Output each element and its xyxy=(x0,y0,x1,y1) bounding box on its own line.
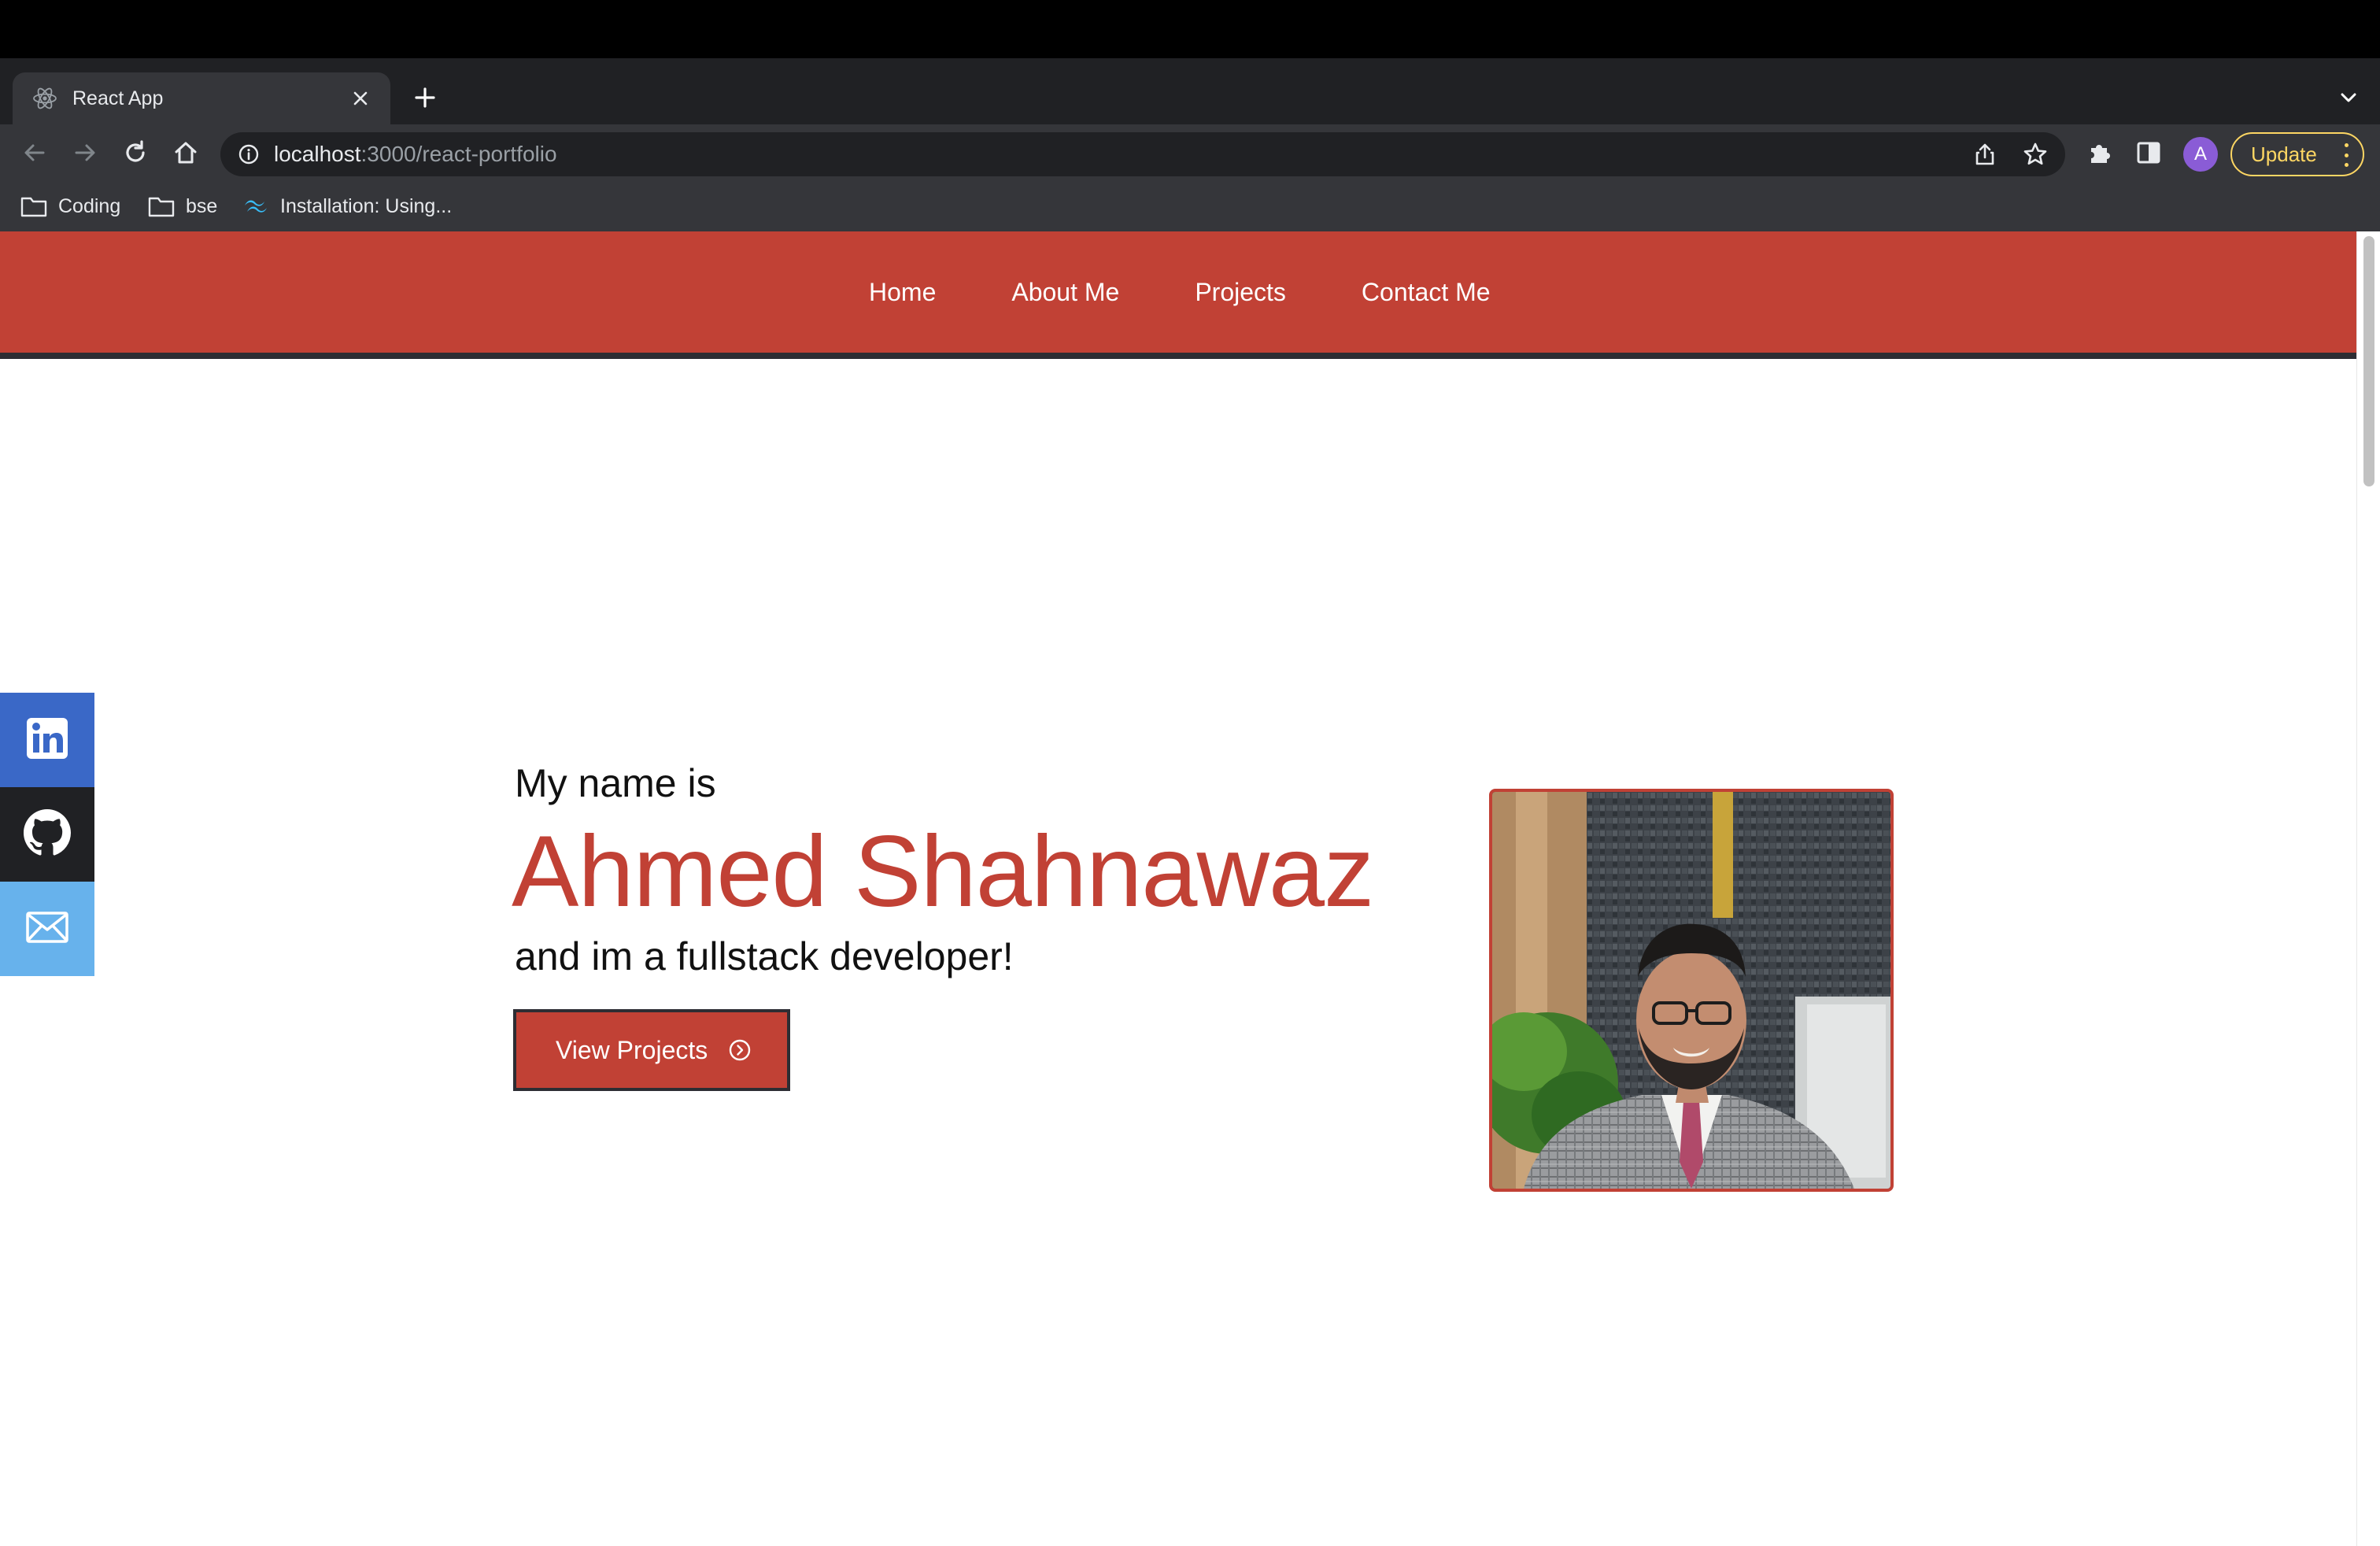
forward-arrow-icon[interactable] xyxy=(66,134,104,172)
system-bar xyxy=(0,0,2380,58)
tab-strip: React App xyxy=(0,58,2380,124)
linkedin-icon xyxy=(25,716,69,764)
extensions-puzzle-icon[interactable] xyxy=(2084,137,2116,168)
tailwind-icon xyxy=(242,194,271,219)
page-viewport: Home About Me Projects Contact Me My nam… xyxy=(0,231,2380,1546)
page-scrollbar[interactable] xyxy=(2356,231,2380,1546)
view-projects-label: View Projects xyxy=(556,1035,708,1064)
hero-intro: My name is xyxy=(515,761,716,805)
tab-react-app[interactable]: React App xyxy=(13,72,390,124)
close-tab-icon[interactable] xyxy=(346,84,375,113)
url-host: localhost xyxy=(274,142,361,166)
folder-icon xyxy=(148,194,176,219)
url-text[interactable]: localhost:3000/react-portfolio xyxy=(274,132,557,176)
chevron-down-icon[interactable] xyxy=(2330,79,2367,117)
new-tab-icon[interactable] xyxy=(406,79,444,117)
side-panel-icon[interactable] xyxy=(2133,137,2164,168)
mail-link[interactable] xyxy=(0,882,94,976)
profile-avatar[interactable]: A xyxy=(2183,137,2218,172)
browser-toolbar: localhost:3000/react-portfolio A Update xyxy=(0,124,2380,181)
bookmarks-bar: Coding bse Installation: Using... xyxy=(0,181,2380,231)
share-icon[interactable] xyxy=(1972,142,1998,167)
linkedin-link[interactable] xyxy=(0,693,94,787)
hero-tagline: and im a fullstack developer! xyxy=(515,934,1014,978)
github-icon xyxy=(24,808,71,860)
nav-links: Home About Me Projects Contact Me xyxy=(869,231,1491,353)
more-vert-icon[interactable] xyxy=(2341,143,2352,167)
reload-icon[interactable] xyxy=(116,134,154,172)
nav-about-me[interactable]: About Me xyxy=(1011,278,1119,307)
nav-home[interactable]: Home xyxy=(869,278,936,307)
back-arrow-icon[interactable] xyxy=(16,134,54,172)
star-icon[interactable] xyxy=(2023,142,2048,167)
bookmark-label: Installation: Using... xyxy=(280,194,453,217)
mail-icon xyxy=(25,911,69,948)
social-links xyxy=(0,693,94,976)
url-path: :3000/react-portfolio xyxy=(360,142,557,166)
scrollbar-thumb[interactable] xyxy=(2363,236,2374,486)
update-label: Update xyxy=(2251,142,2317,166)
bookmark-installation[interactable]: Installation: Using... xyxy=(242,189,452,224)
nav-contact-me[interactable]: Contact Me xyxy=(1362,278,1491,307)
github-link[interactable] xyxy=(0,787,94,882)
home-icon[interactable] xyxy=(167,134,205,172)
react-icon xyxy=(31,85,58,112)
tab-title: React App xyxy=(72,87,164,109)
bookmark-label: Coding xyxy=(58,194,121,217)
profile-photo-image xyxy=(1492,792,1890,1189)
address-bar[interactable]: localhost:3000/react-portfolio xyxy=(220,132,2065,176)
bookmark-label: bse xyxy=(186,194,218,217)
bookmark-coding[interactable]: Coding xyxy=(20,189,120,224)
update-button[interactable]: Update xyxy=(2230,132,2364,176)
chevron-circle-right-icon xyxy=(728,1038,752,1062)
profile-photo xyxy=(1489,789,1894,1192)
view-projects-button[interactable]: View Projects xyxy=(513,1009,790,1091)
bookmark-bse[interactable]: bse xyxy=(148,189,217,224)
hero-name: Ahmed Shahnawaz xyxy=(512,816,1374,928)
nav-projects[interactable]: Projects xyxy=(1195,278,1286,307)
site-navbar: Home About Me Projects Contact Me xyxy=(0,231,2356,359)
info-icon[interactable] xyxy=(236,142,261,167)
folder-icon xyxy=(20,194,49,219)
